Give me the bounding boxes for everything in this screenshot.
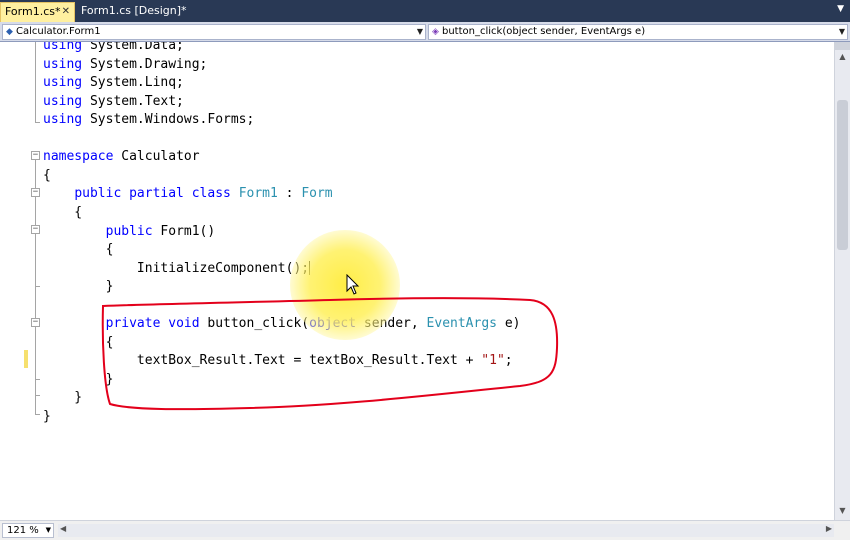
annotation-ellipse — [101, 297, 559, 411]
scroll-right-icon[interactable]: ▶ — [826, 524, 832, 533]
dropdown-arrow-icon[interactable]: ▼ — [46, 524, 51, 537]
tab-form1-design[interactable]: Form1.cs [Design]* — [77, 2, 191, 22]
class-icon: ◆ — [6, 27, 13, 37]
close-icon[interactable]: ✕ — [62, 3, 70, 21]
dropdown-arrow-icon[interactable]: ▼ — [839, 25, 845, 39]
zoom-value: 121 % — [7, 525, 39, 536]
horizontal-scrollbar[interactable]: ◀ ▶ — [58, 524, 834, 537]
class-dropdown-value: Calculator.Form1 — [16, 26, 101, 37]
document-tab-strip: Form1.cs* ✕ Form1.cs [Design]* ▼ — [0, 0, 850, 22]
dropdown-arrow-icon[interactable]: ▼ — [417, 25, 423, 39]
method-icon: ◈ — [432, 27, 439, 37]
dropdown-arrow-icon[interactable]: ▼ — [837, 4, 844, 14]
member-dropdown[interactable]: ◈ button_click(object sender, EventArgs e… — [428, 24, 848, 40]
editor-bottom-bar: 121 % ▼ ◀ ▶ — [0, 520, 850, 540]
member-dropdown-value: button_click(object sender, EventArgs e) — [442, 26, 646, 37]
navigation-bar: ◆ Calculator.Form1 ▼ ◈ button_click(object… — [0, 22, 850, 42]
tab-label: Form1.cs* — [5, 5, 61, 18]
scroll-left-icon[interactable]: ◀ — [60, 524, 66, 533]
scroll-thumb[interactable] — [837, 100, 848, 250]
scroll-down-icon[interactable]: ▼ — [837, 506, 848, 518]
scroll-up-icon[interactable]: ▲ — [837, 52, 848, 64]
split-handle[interactable] — [835, 42, 850, 50]
tab-label: Form1.cs [Design]* — [81, 4, 187, 17]
vertical-scrollbar[interactable]: ▲ ▼ — [834, 42, 850, 520]
zoom-dropdown[interactable]: 121 % ▼ — [2, 523, 54, 538]
tab-form1-cs[interactable]: Form1.cs* ✕ — [0, 2, 75, 22]
class-dropdown[interactable]: ◆ Calculator.Form1 ▼ — [2, 24, 426, 40]
mouse-pointer-icon — [346, 274, 360, 295]
code-editor[interactable]: − − − − using System.Data; using System.D… — [0, 42, 834, 520]
